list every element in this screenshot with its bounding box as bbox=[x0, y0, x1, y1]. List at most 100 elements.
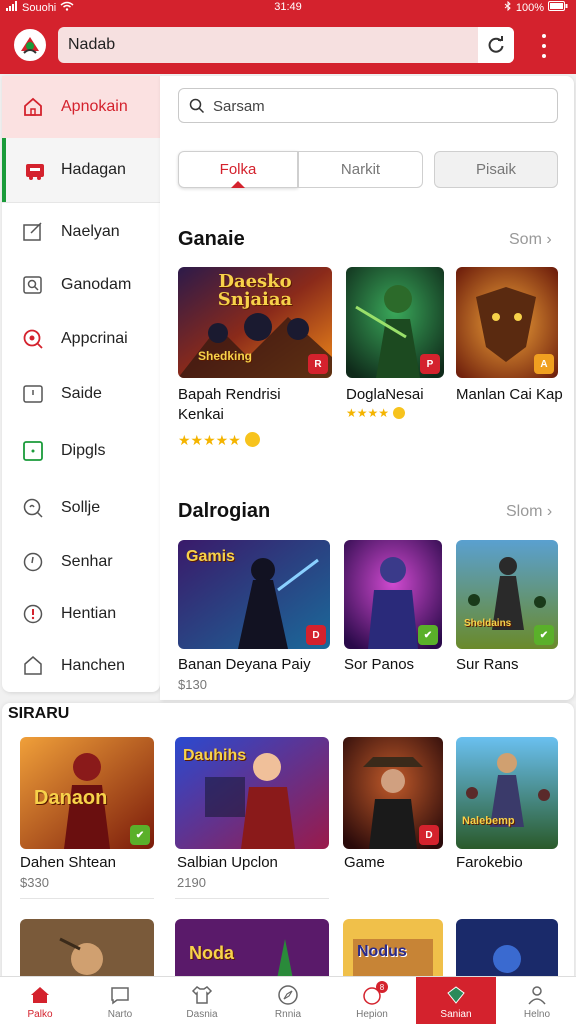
see-more-link[interactable]: Slom › bbox=[506, 503, 552, 521]
game-title[interactable]: Dahen Shtean bbox=[20, 854, 116, 871]
sidebar-item-hanchen[interactable]: Hanchen bbox=[2, 640, 160, 692]
game-art-title: Gamis bbox=[186, 548, 235, 565]
sidebar-item-label: Saide bbox=[61, 385, 102, 402]
game-thumbnail[interactable]: Sheldains ✔ bbox=[456, 540, 558, 649]
tab-pisaik[interactable]: Pisaik bbox=[434, 151, 558, 188]
section-title: Dalrogian bbox=[178, 500, 271, 522]
main-panel: Sarsam Folka Narkit Pisaik Ganaie Som › … bbox=[160, 76, 574, 700]
nav-helno[interactable]: Helno bbox=[498, 977, 576, 1024]
game-title-line2: Kenkai bbox=[178, 406, 224, 423]
reload-button[interactable] bbox=[478, 27, 514, 63]
sidebar-item-label: Dipgls bbox=[61, 442, 106, 459]
reload-icon bbox=[488, 36, 504, 53]
game-badge: ✔ bbox=[534, 625, 554, 645]
game-title[interactable]: Bapah Rendrisi bbox=[178, 386, 281, 403]
status-bar: Souohi 31:49 100% bbox=[0, 0, 576, 16]
game-thumbnail[interactable]: Nalebemp bbox=[456, 737, 558, 849]
sidebar: Apnokain Hadagan Naelyan Ganodam Appcrin… bbox=[2, 76, 160, 692]
alert-icon bbox=[23, 604, 43, 624]
game-thumbnail[interactable]: Gamis D bbox=[178, 540, 330, 649]
game-art-subtitle: Shedking bbox=[198, 349, 253, 363]
game-title[interactable]: DoglaNesai bbox=[346, 386, 424, 403]
sidebar-item-label: Ganodam bbox=[61, 276, 132, 293]
game-title[interactable]: Manlan Cai Kap bbox=[456, 386, 563, 403]
game-thumbnail[interactable] bbox=[456, 919, 558, 983]
game-thumbnail[interactable]: Nodus bbox=[343, 919, 443, 983]
sidebar-item-label: Sollje bbox=[61, 499, 101, 516]
featured-panel: SIRARU Danaon ✔ Dahen Shtean $330 Dauhih… bbox=[2, 703, 574, 983]
game-title[interactable]: Game bbox=[344, 854, 385, 871]
divider bbox=[20, 898, 154, 899]
game-price: $130 bbox=[178, 677, 207, 692]
game-thumbnail[interactable]: D bbox=[343, 737, 443, 849]
search-input[interactable]: Sarsam bbox=[178, 88, 558, 123]
tab-label: Folka bbox=[219, 161, 257, 178]
divider bbox=[175, 898, 329, 899]
url-bar[interactable]: Nadab bbox=[58, 27, 514, 63]
nav-rnnia[interactable]: Rnnia bbox=[248, 977, 328, 1024]
sidebar-item-dipgls[interactable]: Dipgls bbox=[2, 424, 160, 478]
game-title[interactable]: Sur Rans bbox=[456, 656, 519, 673]
game-thumbnail[interactable]: Dauhihs bbox=[175, 737, 329, 849]
sidebar-item-saide[interactable]: Saide bbox=[2, 368, 160, 420]
sidebar-item-label: Hentian bbox=[61, 605, 117, 622]
game-art-title: Daesko Snjaiaa bbox=[217, 271, 293, 310]
sidebar-item-apnokain[interactable]: Apnokain bbox=[2, 76, 160, 138]
game-title[interactable]: Farokebio bbox=[456, 854, 523, 871]
profile-icon bbox=[528, 986, 546, 1005]
sidebar-item-senhar[interactable]: Senhar bbox=[2, 536, 160, 588]
compass-icon bbox=[278, 985, 298, 1005]
game-thumbnail[interactable]: A bbox=[456, 267, 558, 378]
notification-badge: 8 bbox=[376, 981, 388, 993]
nav-home[interactable]: Palko bbox=[0, 977, 80, 1024]
nav-sanian[interactable]: Sanian bbox=[416, 977, 496, 1024]
nav-hepion[interactable]: 8 Hepion bbox=[332, 977, 412, 1024]
game-art-title: Noda bbox=[189, 943, 234, 963]
sidebar-item-label: Appcrinai bbox=[61, 330, 128, 347]
divider bbox=[2, 202, 160, 203]
home-icon bbox=[24, 97, 42, 116]
rating-stars: ★★★★★ bbox=[178, 432, 260, 449]
sidebar-item-hentian[interactable]: Hentian bbox=[2, 588, 160, 640]
chat-icon bbox=[111, 987, 129, 1005]
nav-dasnia[interactable]: Dasnia bbox=[162, 977, 242, 1024]
sidebar-item-label: Hadagan bbox=[61, 161, 126, 178]
overflow-menu-icon[interactable] bbox=[536, 34, 552, 58]
game-thumbnail[interactable]: Daesko Snjaiaa Shedking R bbox=[178, 267, 332, 378]
emoji-icon bbox=[393, 407, 406, 419]
game-title[interactable]: Banan Deyana Paiy bbox=[178, 656, 311, 673]
sidebar-item-label: Naelyan bbox=[61, 223, 120, 240]
green-square-icon bbox=[23, 441, 43, 461]
sidebar-item-label: Apnokain bbox=[61, 98, 128, 115]
game-badge: D bbox=[419, 825, 439, 845]
home-icon bbox=[31, 987, 49, 1003]
rating-stars: ★★★★ bbox=[346, 406, 406, 420]
sidebar-item-naelyan[interactable]: Naelyan bbox=[2, 206, 160, 258]
bottom-navigation: Palko Narto Dasnia Rnnia 8 Hepion Sanian… bbox=[0, 976, 576, 1024]
nav-narto[interactable]: Narto bbox=[80, 977, 160, 1024]
sidebar-item-appcrinai[interactable]: Appcrinai bbox=[2, 312, 160, 366]
game-thumbnail[interactable]: ✔ bbox=[344, 540, 442, 649]
sidebar-item-ganodam[interactable]: Ganodam bbox=[2, 259, 160, 311]
game-thumbnail[interactable] bbox=[20, 919, 154, 983]
nav-label: Helno bbox=[523, 1009, 551, 1020]
game-price: $330 bbox=[20, 875, 49, 890]
game-thumbnail[interactable]: Noda bbox=[175, 919, 329, 983]
game-art-title: Danaon bbox=[34, 787, 108, 809]
game-title[interactable]: Salbian Upclon bbox=[177, 854, 278, 871]
see-more-link[interactable]: Som › bbox=[509, 231, 552, 249]
tab-folka[interactable]: Folka bbox=[178, 151, 298, 188]
search-icon bbox=[23, 498, 43, 518]
game-badge: D bbox=[306, 625, 326, 645]
app-logo-icon[interactable] bbox=[14, 29, 46, 61]
gem-icon bbox=[447, 986, 465, 1004]
tab-narkit[interactable]: Narkit bbox=[298, 151, 423, 188]
tab-label: Narkit bbox=[340, 161, 381, 178]
sidebar-item-hadagan[interactable]: Hadagan bbox=[2, 138, 160, 202]
sidebar-item-sollje[interactable]: Sollje bbox=[2, 482, 160, 534]
game-thumbnail[interactable]: P bbox=[346, 267, 444, 378]
nav-label: Hepion bbox=[356, 1009, 388, 1020]
nav-label: Rnnia bbox=[274, 1009, 302, 1020]
game-title[interactable]: Sor Panos bbox=[344, 656, 414, 673]
game-thumbnail[interactable]: Danaon ✔ bbox=[20, 737, 154, 849]
